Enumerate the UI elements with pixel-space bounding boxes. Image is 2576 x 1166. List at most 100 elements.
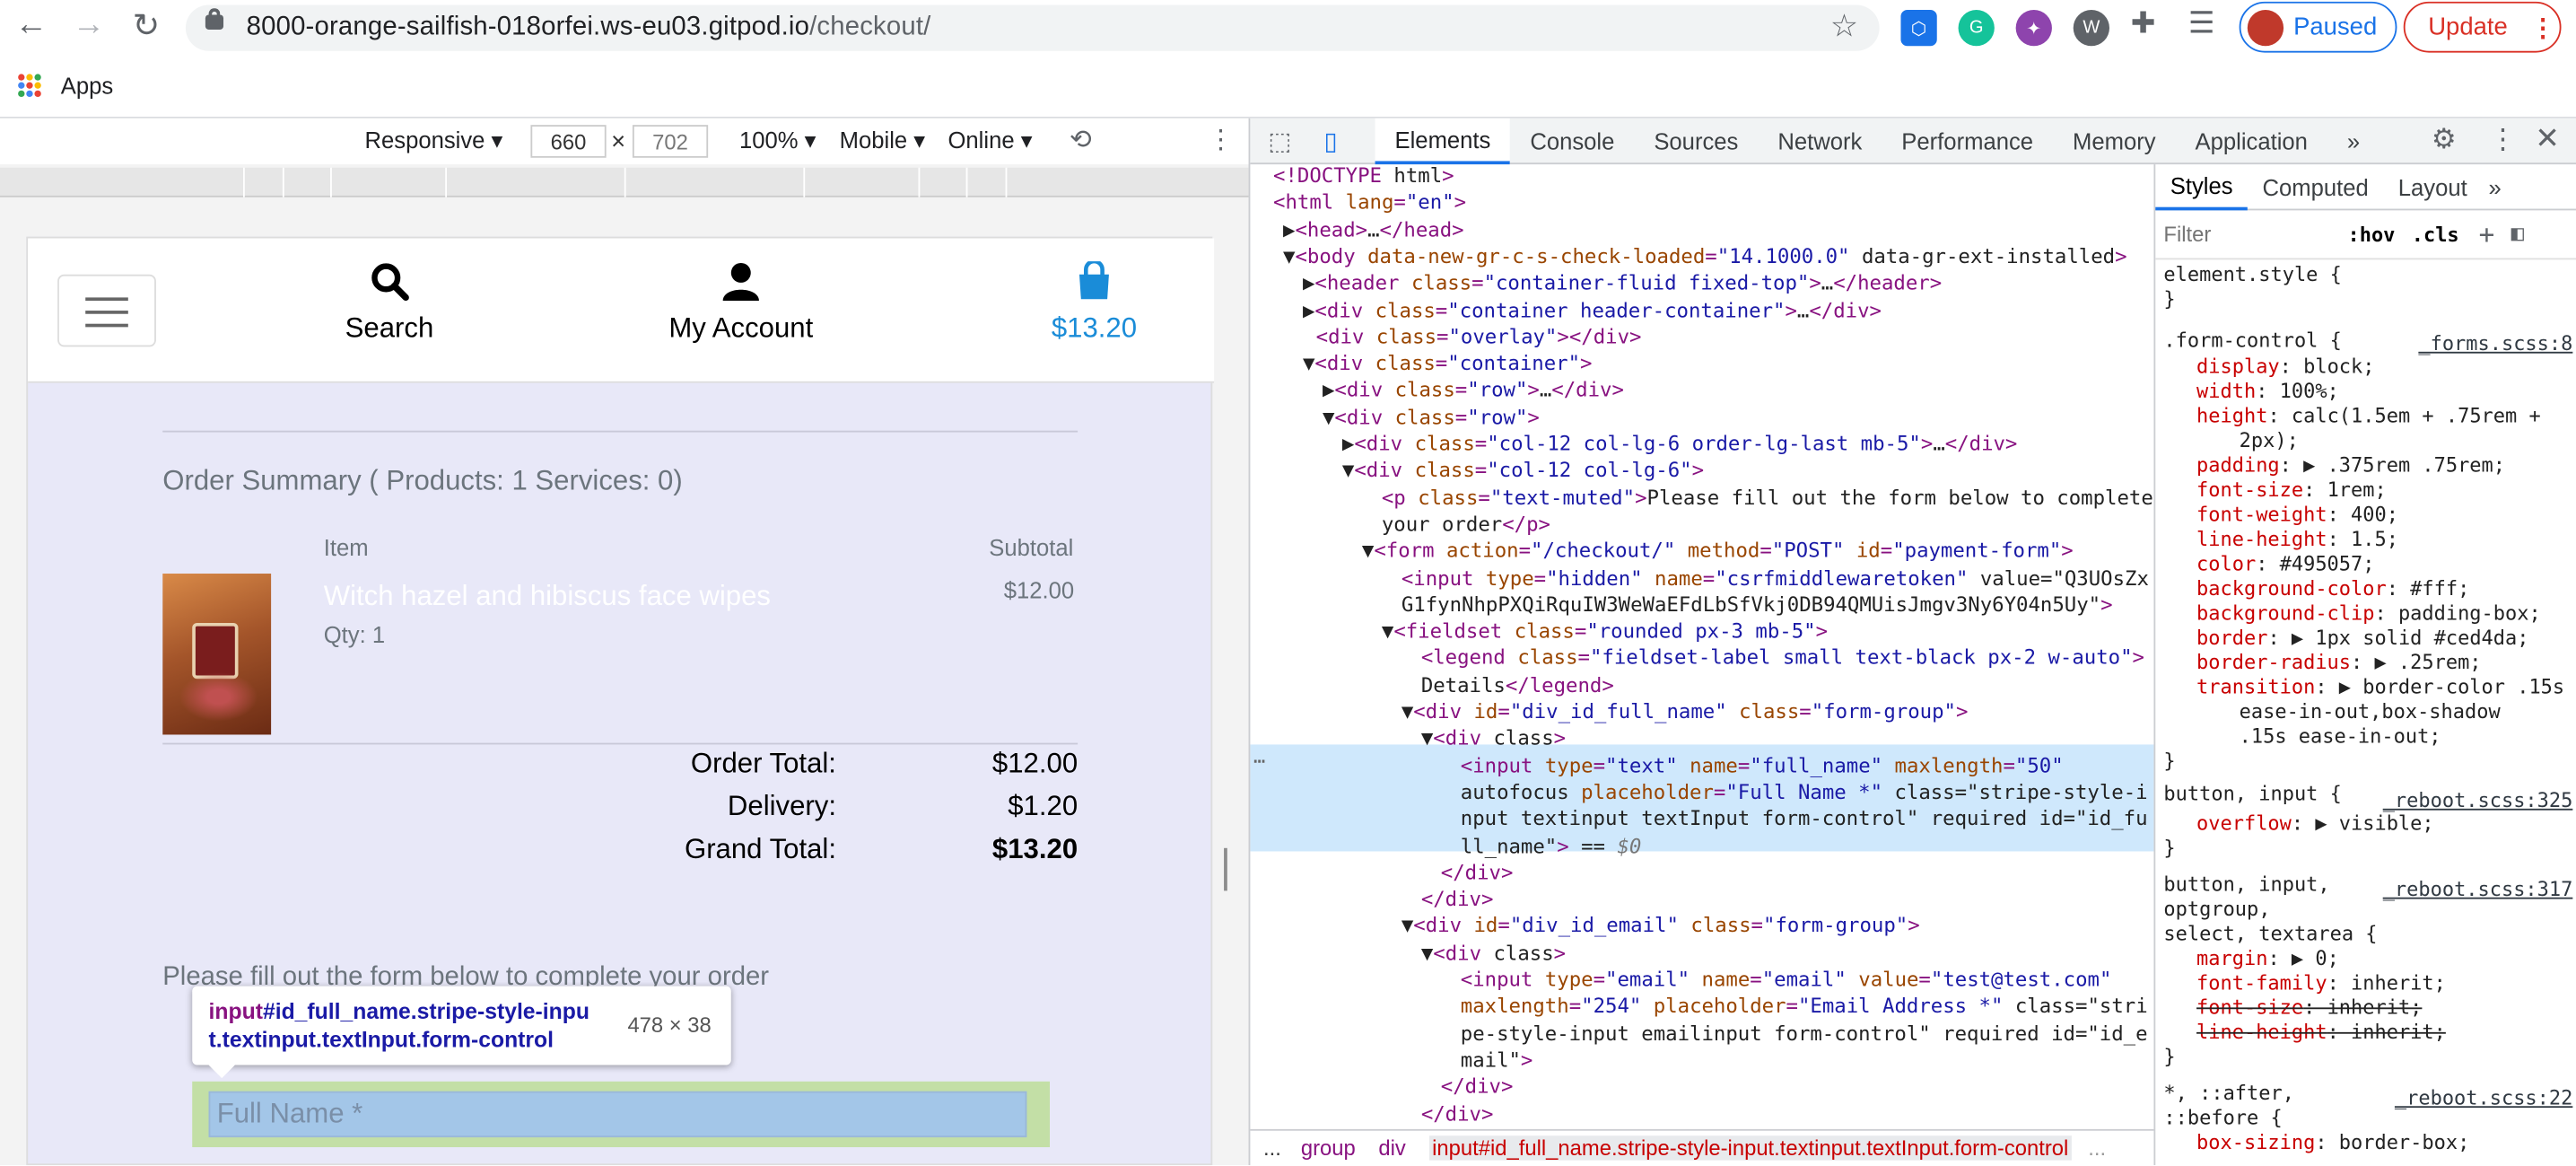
tab-sources[interactable]: Sources [1634,118,1758,163]
style-declaration[interactable]: } [2163,750,2175,773]
hamburger-button[interactable] [57,274,156,347]
dom-node-line[interactable]: Details</legend> [1421,671,2154,698]
breadcrumb-item[interactable]: div [1378,1135,1405,1160]
breadcrumb-current[interactable]: input#id_full_name.stripe-style-input.te… [1428,1135,2072,1161]
dom-node-line[interactable]: ▼<div class="col-12 col-lg-6"> [1342,458,2154,485]
tab-performance[interactable]: Performance [1882,118,2053,163]
tab-elements[interactable]: Elements [1375,117,1511,164]
device-type-select[interactable]: Mobile ▾ [840,127,926,154]
more-tabs-icon[interactable]: » [2327,118,2380,163]
devtools-menu-icon[interactable]: ⋮ [2489,123,2517,156]
breadcrumb-more[interactable]: ... [1263,1135,1281,1160]
style-declaration[interactable]: font-weight: 400; [2196,503,2398,526]
style-declaration[interactable]: ::before { [2163,1106,2282,1129]
extension-hex-icon[interactable]: ⬡ [1900,9,1937,47]
resize-handle[interactable] [1224,847,1227,891]
height-input[interactable]: 702 [632,125,709,158]
dom-node-line[interactable]: G1fynNhpPXQiRquIW3WeWaEFdLbSfVkj0DB94QMU… [1402,592,2154,618]
profile-paused-button[interactable]: Paused [2239,1,2397,53]
width-input[interactable]: 660 [530,125,607,158]
dom-node-line[interactable]: ▼<div class> [1421,725,2154,752]
dom-node-line[interactable]: pe-style-input emailinput form-control" … [1461,1020,2154,1047]
hov-toggle[interactable]: :hov [2347,223,2395,246]
media-queue-icon[interactable]: ☰ [2188,6,2215,40]
rule-source-link[interactable]: _reboot.scss:22 [2395,1086,2572,1109]
style-declaration[interactable]: font-family: inherit; [2196,971,2446,995]
dom-node-line[interactable]: ▼<form action="/checkout/" method="POST"… [1362,538,2154,565]
media-query-bar[interactable] [0,167,1249,197]
dom-node-line[interactable]: maxlength="254" placeholder="Email Addre… [1461,993,2154,1020]
dom-node-line[interactable]: ▼<div id="div_id_email" class="form-grou… [1402,913,2154,940]
style-declaration[interactable]: background-clip: padding-box; [2196,601,2541,625]
puzzle-icon[interactable]: ✚ [2131,6,2156,40]
full-name-input[interactable]: Full Name * [208,1091,1027,1138]
rule-source-link[interactable]: _forms.scss:8 [2418,332,2572,355]
breadcrumb-more[interactable]: ... [2088,1135,2106,1160]
back-icon[interactable]: ← [12,6,51,44]
style-declaration[interactable]: padding: ▶ .375rem .75rem; [2196,453,2505,477]
style-declaration[interactable]: 2px); [2240,429,2299,452]
style-declaration[interactable]: border: ▶ 1px solid #ced4da; [2196,627,2528,650]
style-declaration[interactable]: border-radius: ▶ .25rem; [2196,651,2482,674]
style-declaration[interactable]: transition: ▶ border-color .15s [2196,676,2564,699]
dom-node-line[interactable]: <legend class="fieldset-label small text… [1421,644,2154,671]
wordpress-icon[interactable]: W [2073,9,2110,47]
style-declaration[interactable]: box-sizing: border-box; [2196,1131,2469,1154]
style-declaration[interactable]: line-height: 1.5; [2196,528,2398,551]
style-declaration[interactable]: optgroup, [2163,898,2270,921]
dom-node-line[interactable]: <div class="overlay"></div> [1316,323,2154,350]
forward-icon[interactable]: → [69,6,109,44]
update-button[interactable]: Update ⋮ [2403,1,2562,53]
cart-link[interactable]: $13.20 [1034,259,1155,345]
style-declaration[interactable]: background-color: #fff; [2196,577,2469,601]
product-name[interactable]: Witch hazel and hibiscus face wipes [324,580,771,613]
more-styles-tabs-icon[interactable]: » [2482,173,2508,199]
style-declaration[interactable]: line-height: inherit; [2196,1021,2446,1044]
search-link[interactable]: Search [324,261,455,345]
dom-node-line[interactable]: ▼<div class> [1421,940,2154,967]
device-mode-select[interactable]: Responsive ▾ [364,127,502,154]
dom-node-line[interactable]: </div> [1421,1100,2154,1127]
style-declaration[interactable]: button, input, [2163,872,2329,896]
dom-node-line[interactable]: <!DOCTYPE html> [1273,164,2153,189]
dom-node-line[interactable]: ▶<div class="container header-container"… [1303,296,2153,323]
style-declaration[interactable]: width: 100%; [2196,380,2339,403]
dom-node-line[interactable]: ▼<div class="row"> [1323,404,2153,431]
dom-node-line[interactable]: <p class="text-muted">Please fill out th… [1382,484,2154,511]
dom-node-line[interactable]: </div> [1421,886,2154,913]
dom-node-line[interactable]: ▼<body data-new-gr-c-s-check-loaded="14.… [1283,243,2153,270]
style-declaration[interactable]: .form-control { [2163,329,2341,352]
reload-icon[interactable]: ↻ [127,4,166,46]
tab-computed[interactable]: Computed [2248,173,2383,199]
style-declaration[interactable]: overflow: ▶ visible; [2196,812,2434,836]
style-declaration[interactable]: display: block; [2196,355,2374,378]
tab-network[interactable]: Network [1758,118,1882,163]
dom-node-line[interactable]: nput textinput textInput form-control" r… [1461,806,2154,833]
dom-node-line[interactable]: <html lang="en"> [1273,189,2153,216]
dom-node-line[interactable]: <input type="text" name="full_name" maxl… [1461,752,2154,779]
account-link[interactable]: My Account [652,261,830,345]
tab-application[interactable]: Application [2176,118,2327,163]
dom-node-line[interactable]: ▼<fieldset class="rounded px-3 mb-5"> [1382,618,2154,645]
style-declaration[interactable]: } [2163,287,2175,311]
style-declaration[interactable]: *, ::after, [2163,1082,2294,1105]
tab-layout[interactable]: Layout [2383,173,2482,199]
tab-styles[interactable]: Styles [2155,163,2249,210]
dom-node-line[interactable]: ▼<div class="container"> [1303,350,2153,377]
style-declaration[interactable]: .15s ease-in-out; [2240,724,2441,748]
address-bar[interactable]: 8000-orange-sailfish-018orfei.ws-eu03.gi… [185,4,1880,51]
zoom-select[interactable]: 100% ▾ [739,127,816,154]
style-declaration[interactable]: element.style { [2163,263,2341,286]
node-ellipsis-icon[interactable]: ⋯ [1253,750,1265,773]
toggle-sidebar-icon[interactable]: ◧ [2511,222,2524,246]
style-declaration[interactable]: } [2163,837,2175,860]
dom-node-line[interactable]: autofocus placeholder="Full Name *" clas… [1461,779,2154,806]
dom-node-line[interactable]: </div> [1441,859,2154,886]
dom-node-line[interactable]: ▼<div id="div_id_full_name" class="form-… [1402,698,2154,725]
dom-node-line[interactable]: ▶<div class="col-12 col-lg-6 order-lg-la… [1342,431,2154,458]
style-declaration[interactable]: font-size: inherit; [2196,996,2422,1020]
more-options-icon[interactable]: ⋮ [1208,123,1234,156]
network-select[interactable]: Online ▾ [947,127,1032,154]
bookmark-apps[interactable]: Apps [61,73,113,99]
style-declaration[interactable]: select, textarea { [2163,922,2377,945]
